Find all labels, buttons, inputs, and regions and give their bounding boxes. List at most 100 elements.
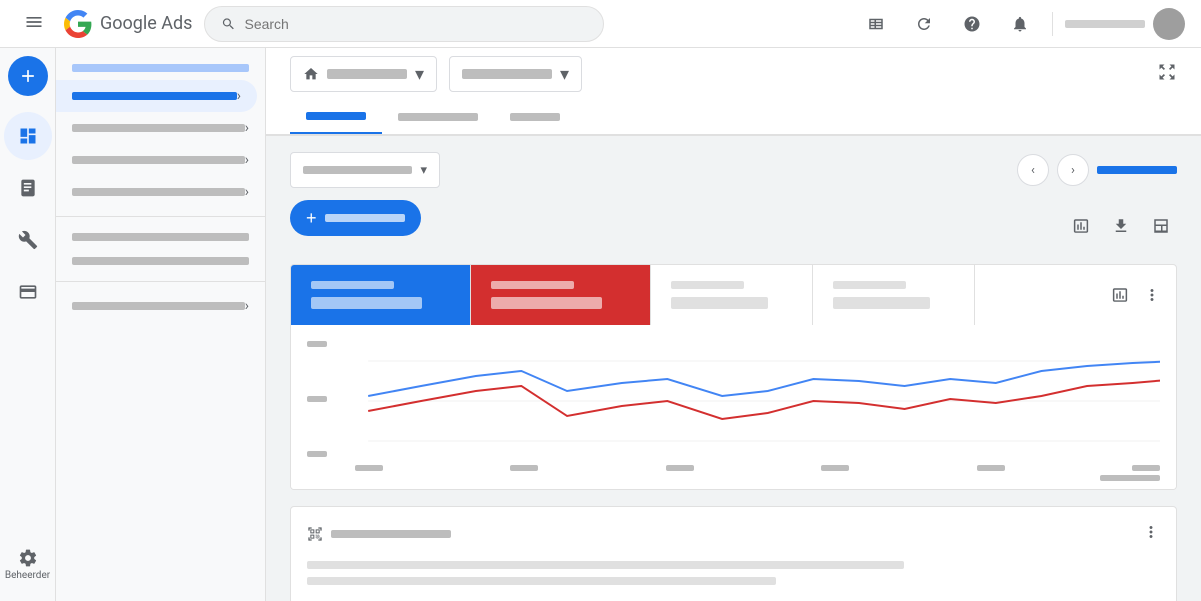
sidebar-bottom: Beheerder xyxy=(4,540,52,601)
chart-type-button[interactable] xyxy=(1104,279,1136,311)
chart-view-button[interactable] xyxy=(1065,210,1097,242)
y-label-high xyxy=(307,341,327,347)
next-button[interactable]: › xyxy=(1057,154,1089,186)
nav-arrow-3: › xyxy=(245,152,249,168)
overview-icon xyxy=(18,126,38,146)
hamburger-menu-button[interactable] xyxy=(16,4,52,44)
chart-more-button[interactable] xyxy=(1136,279,1168,311)
top-menu-placeholder xyxy=(1065,20,1145,28)
metric-card-red[interactable] xyxy=(471,265,651,325)
tab-2[interactable] xyxy=(382,101,494,133)
dropdown-2-text xyxy=(462,69,552,79)
tab-1[interactable] xyxy=(290,100,382,134)
collapse-button[interactable] xyxy=(1157,62,1177,86)
filter-dropdown[interactable]: ▾ xyxy=(290,152,440,188)
nav-item-3[interactable]: › xyxy=(56,144,265,176)
tab-1-label xyxy=(306,112,366,120)
insights-lines xyxy=(307,561,1160,585)
x-label-6 xyxy=(1132,465,1160,471)
settings-icon xyxy=(18,548,38,568)
add-btn-label xyxy=(325,214,405,222)
search-bar[interactable] xyxy=(204,6,604,42)
nav-item-text-6 xyxy=(72,257,249,265)
chart-icon xyxy=(1072,217,1090,235)
action-icons xyxy=(1065,210,1177,242)
metric-blue-value xyxy=(311,297,422,309)
nav-item-2[interactable]: › xyxy=(56,112,265,144)
chevron-down-icon-1: ▾ xyxy=(415,64,424,85)
expand-button[interactable] xyxy=(1145,210,1177,242)
insights-line-2 xyxy=(307,577,776,585)
nav-arrow-1: › xyxy=(237,88,241,104)
google-ads-logo-icon xyxy=(64,10,92,38)
sidebar-item-campaigns[interactable] xyxy=(4,164,52,212)
insights-title-text xyxy=(331,530,451,538)
insights-more-button[interactable] xyxy=(1142,523,1160,545)
sub-header: ▾ ▾ xyxy=(266,48,1201,136)
insights-header xyxy=(307,523,1160,545)
billing-icon xyxy=(18,282,38,302)
create-button[interactable] xyxy=(8,56,48,96)
metric-card-white-1[interactable] xyxy=(651,265,813,325)
sidebar-item-billing[interactable] xyxy=(4,268,52,316)
nav-item-text-4 xyxy=(72,188,245,196)
chart-controls xyxy=(1096,271,1176,319)
refresh-icon xyxy=(915,15,933,33)
y-label-mid xyxy=(307,396,327,402)
insights-more-icon xyxy=(1142,523,1160,541)
top-bar-right xyxy=(856,4,1185,44)
nav-divider-2 xyxy=(56,281,265,282)
metric-blue-label xyxy=(311,281,394,289)
sidebar-item-overview[interactable] xyxy=(4,112,52,160)
plus-sign: + xyxy=(306,208,317,229)
columns-icon-button[interactable] xyxy=(856,4,896,44)
download-button[interactable] xyxy=(1105,210,1137,242)
metric-card-white-2[interactable] xyxy=(813,265,975,325)
nav-item-active[interactable]: › xyxy=(56,80,257,112)
nav-item-text-active xyxy=(72,92,237,100)
admin-label: Beheerder xyxy=(5,570,50,581)
sidebar-item-tools[interactable] xyxy=(4,216,52,264)
nav-item-text-2 xyxy=(72,124,245,132)
add-btn-row: + xyxy=(290,200,1177,252)
x-label-5 xyxy=(977,465,1005,471)
collapse-icon xyxy=(1157,62,1177,82)
nav-item-7[interactable]: › xyxy=(56,290,265,322)
left-sidebar: Beheerder xyxy=(0,48,56,601)
tab-3[interactable] xyxy=(494,101,576,133)
filter-text xyxy=(303,166,412,174)
home-icon xyxy=(303,66,319,82)
notifications-icon-button[interactable] xyxy=(1000,4,1040,44)
tools-icon xyxy=(18,230,38,250)
nav-item-6[interactable] xyxy=(56,249,265,273)
metric-white2-label xyxy=(833,281,906,289)
tab-2-label xyxy=(398,113,478,121)
sidebar-item-admin[interactable]: Beheerder xyxy=(4,540,52,589)
date-range-link[interactable] xyxy=(1097,166,1177,174)
breadcrumb-dropdown-2[interactable]: ▾ xyxy=(449,56,582,92)
right-controls: ‹ › xyxy=(1017,154,1177,186)
refresh-icon-button[interactable] xyxy=(904,4,944,44)
nav-arrow-4: › xyxy=(245,184,249,200)
prev-button[interactable]: ‹ xyxy=(1017,154,1049,186)
logo-area: Google Ads xyxy=(64,10,192,38)
breadcrumb-dropdown-1[interactable]: ▾ xyxy=(290,56,437,92)
metric-card-blue[interactable] xyxy=(291,265,471,325)
avatar[interactable] xyxy=(1153,8,1185,40)
nav-item-text-5 xyxy=(72,233,249,241)
add-button[interactable]: + xyxy=(290,200,421,236)
chart-header xyxy=(291,265,1176,325)
controls-row: ▾ ‹ › xyxy=(290,152,1177,188)
metric-white1-value xyxy=(671,297,768,309)
top-bar: Google Ads xyxy=(0,0,1201,48)
x-axis-labels xyxy=(307,461,1160,471)
nav-divider-1 xyxy=(56,216,265,217)
nav-item-5[interactable] xyxy=(56,225,265,249)
nav-item-main[interactable] xyxy=(56,56,265,80)
chart-type-icon xyxy=(1111,286,1129,304)
search-input[interactable] xyxy=(244,16,587,32)
chart-footer-label xyxy=(1100,475,1160,481)
insights-line-1 xyxy=(307,561,904,569)
help-icon-button[interactable] xyxy=(952,4,992,44)
nav-item-4[interactable]: › xyxy=(56,176,265,208)
